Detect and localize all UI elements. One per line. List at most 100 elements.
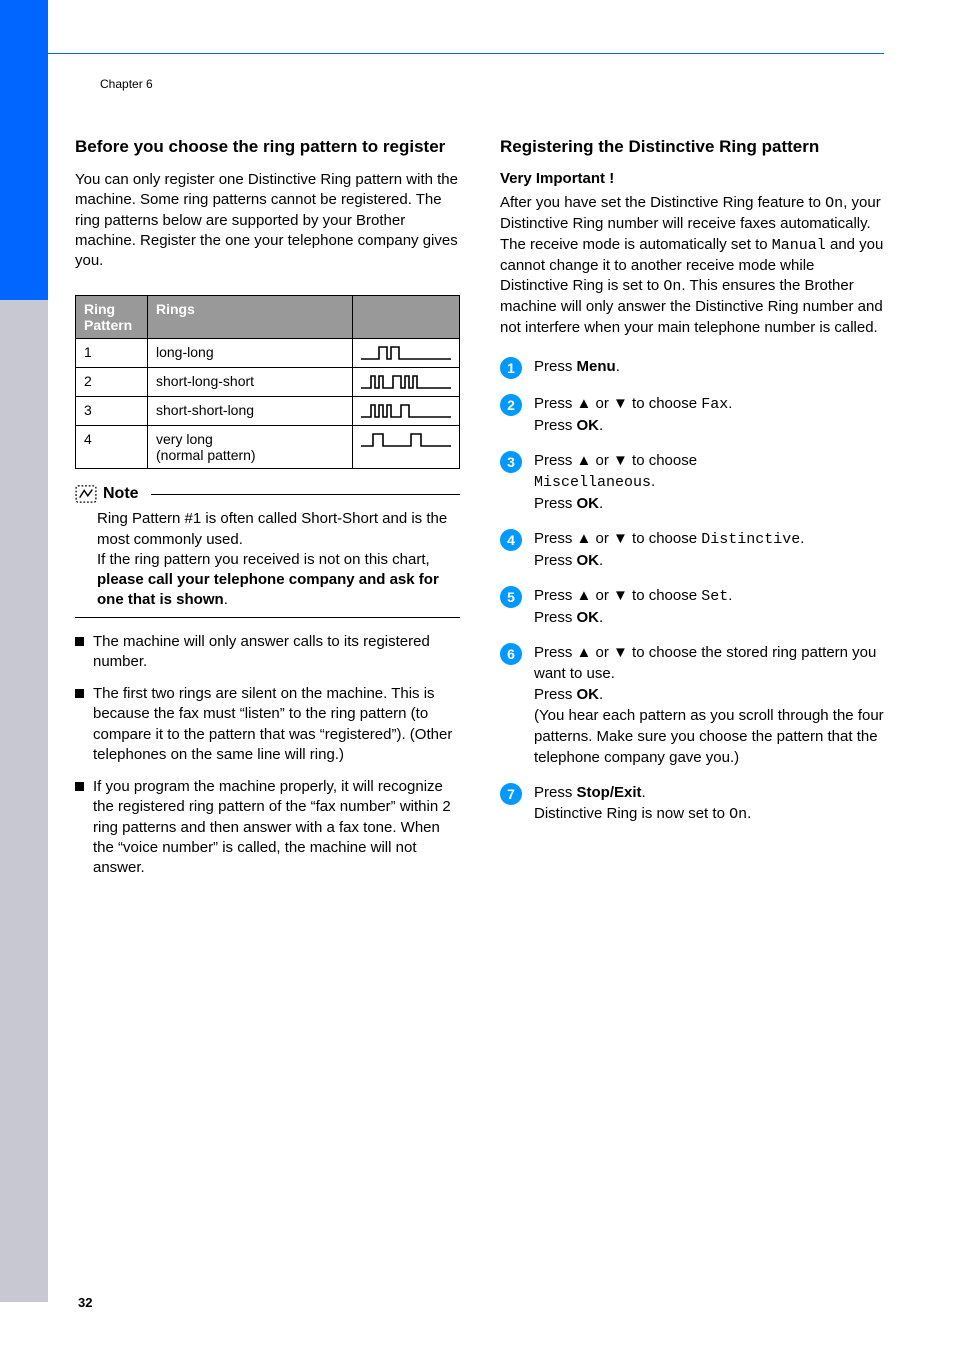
step-6: 6 Press ▲ or ▼ to choose the stored ring… bbox=[500, 642, 885, 768]
ring-pattern-table: Ring Pattern Rings 1 long-long bbox=[75, 295, 460, 469]
step-badge: 6 bbox=[500, 643, 522, 665]
list-item: The machine will only answer calls to it… bbox=[75, 632, 460, 673]
step-text: Press bbox=[534, 686, 577, 703]
table-row: 4 very long (normal pattern) bbox=[76, 426, 460, 469]
step-text: . bbox=[642, 784, 646, 801]
table-row: 2 short-long-short bbox=[76, 368, 460, 397]
table-row: 1 long-long bbox=[76, 339, 460, 368]
step-text: . bbox=[728, 395, 732, 412]
step-body: Press ▲ or ▼ to choose Miscellaneous. Pre… bbox=[534, 450, 697, 514]
cell-pattern-desc: short-long-short bbox=[148, 368, 353, 397]
left-intro: You can only register one Distinctive Ri… bbox=[75, 170, 460, 271]
step-text: Press bbox=[534, 552, 577, 569]
ring-wave-icon bbox=[361, 373, 451, 391]
left-gray-bar bbox=[0, 300, 48, 1302]
step-badge: 1 bbox=[500, 357, 522, 379]
cell-wave bbox=[353, 368, 460, 397]
ring-wave-icon bbox=[361, 344, 451, 362]
cell-pattern-num: 3 bbox=[76, 397, 148, 426]
step-text: Press ▲ or ▼ to choose the stored ring p… bbox=[534, 644, 876, 682]
step-code: Distinctive bbox=[701, 531, 800, 548]
step-2: 2 Press ▲ or ▼ to choose Fax. Press OK. bbox=[500, 393, 885, 436]
step-text: Press bbox=[534, 609, 577, 626]
cell-wave bbox=[353, 339, 460, 368]
cell-pattern-desc: short-short-long bbox=[148, 397, 353, 426]
step-text: Press bbox=[534, 417, 577, 434]
step-text: Press ▲ or ▼ to choose bbox=[534, 530, 701, 547]
cell-pattern-desc: long-long bbox=[148, 339, 353, 368]
right-subheading: Very Important ! bbox=[500, 170, 885, 187]
cell-pattern-num: 2 bbox=[76, 368, 148, 397]
note-body: Ring Pattern #1 is often called Short-Sh… bbox=[75, 509, 460, 610]
right-intro: After you have set the Distinctive Ring … bbox=[500, 193, 885, 338]
step-text: . bbox=[728, 587, 732, 604]
list-item: The first two rings are silent on the ma… bbox=[75, 684, 460, 765]
right-heading: Registering the Distinctive Ring pattern bbox=[500, 136, 885, 158]
step-key: Menu bbox=[577, 358, 616, 375]
step-text: . bbox=[599, 417, 603, 434]
step-text: Press ▲ or ▼ to choose bbox=[534, 452, 697, 469]
step-text: Press ▲ or ▼ to choose bbox=[534, 587, 701, 604]
code-manual: Manual bbox=[772, 237, 826, 254]
note-text-1: Ring Pattern #1 is often called Short-Sh… bbox=[97, 510, 447, 547]
step-body: Press Stop/Exit. Distinctive Ring is now… bbox=[534, 782, 751, 825]
step-code: Set bbox=[701, 588, 728, 605]
step-badge: 2 bbox=[500, 394, 522, 416]
step-text: . bbox=[616, 358, 620, 375]
step-text: Press bbox=[534, 495, 577, 512]
note-text-2a: If the ring pattern you received is not … bbox=[97, 551, 430, 568]
step-text: . bbox=[599, 686, 603, 703]
left-heading: Before you choose the ring pattern to re… bbox=[75, 136, 460, 158]
ring-wave-icon bbox=[361, 402, 451, 420]
step-code: On bbox=[729, 806, 747, 823]
cell-pattern-desc: very long (normal pattern) bbox=[148, 426, 353, 469]
cell-wave bbox=[353, 426, 460, 469]
note-text-2c: . bbox=[224, 591, 228, 608]
step-code: Fax bbox=[701, 396, 728, 413]
page-number: 32 bbox=[78, 1295, 92, 1310]
note-label: Note bbox=[103, 485, 139, 503]
step-code: Miscellaneous bbox=[534, 474, 651, 491]
th-rings: Rings bbox=[148, 296, 353, 339]
step-text: . bbox=[651, 473, 655, 490]
step-text: Press bbox=[534, 784, 577, 801]
step-text: . bbox=[599, 609, 603, 626]
step-4: 4 Press ▲ or ▼ to choose Distinctive. Pr… bbox=[500, 528, 885, 571]
note-text-2b: please call your telephone company and a… bbox=[97, 571, 439, 608]
step-badge: 5 bbox=[500, 586, 522, 608]
left-column: Before you choose the ring pattern to re… bbox=[75, 136, 460, 890]
cell-pattern-num: 1 bbox=[76, 339, 148, 368]
step-key: OK bbox=[577, 495, 600, 512]
step-key: OK bbox=[577, 552, 600, 569]
step-5: 5 Press ▲ or ▼ to choose Set. Press OK. bbox=[500, 585, 885, 628]
step-3: 3 Press ▲ or ▼ to chooseMiscellaneous. P… bbox=[500, 450, 885, 514]
step-body: Press ▲ or ▼ to choose the stored ring p… bbox=[534, 642, 885, 768]
note-rule bbox=[151, 494, 460, 495]
code-on: On bbox=[663, 278, 681, 295]
step-text: . bbox=[747, 805, 751, 822]
step-badge: 7 bbox=[500, 783, 522, 805]
step-key: Stop/Exit bbox=[577, 784, 642, 801]
note-header: Note bbox=[75, 485, 460, 503]
chapter-label: Chapter 6 bbox=[100, 77, 153, 91]
step-key: OK bbox=[577, 609, 600, 626]
right-column: Registering the Distinctive Ring pattern… bbox=[500, 136, 885, 890]
note-end-rule bbox=[75, 617, 460, 618]
left-blue-bar bbox=[0, 0, 48, 300]
step-key: OK bbox=[577, 686, 600, 703]
intro-text: After you have set the Distinctive Ring … bbox=[500, 194, 825, 211]
cell-wave bbox=[353, 397, 460, 426]
step-text: . bbox=[800, 530, 804, 547]
step-7: 7 Press Stop/Exit. Distinctive Ring is n… bbox=[500, 782, 885, 825]
cell-pattern-num: 4 bbox=[76, 426, 148, 469]
step-body: Press Menu. bbox=[534, 356, 620, 379]
step-text: Press ▲ or ▼ to choose bbox=[534, 395, 701, 412]
ring-wave-icon bbox=[361, 431, 451, 449]
step-body: Press ▲ or ▼ to choose Set. Press OK. bbox=[534, 585, 732, 628]
step-text: Distinctive Ring is now set to bbox=[534, 805, 729, 822]
step-text: . bbox=[599, 495, 603, 512]
code-on: On bbox=[825, 195, 843, 212]
note-icon bbox=[75, 485, 97, 503]
table-row: 3 short-short-long bbox=[76, 397, 460, 426]
step-1: 1 Press Menu. bbox=[500, 356, 885, 379]
